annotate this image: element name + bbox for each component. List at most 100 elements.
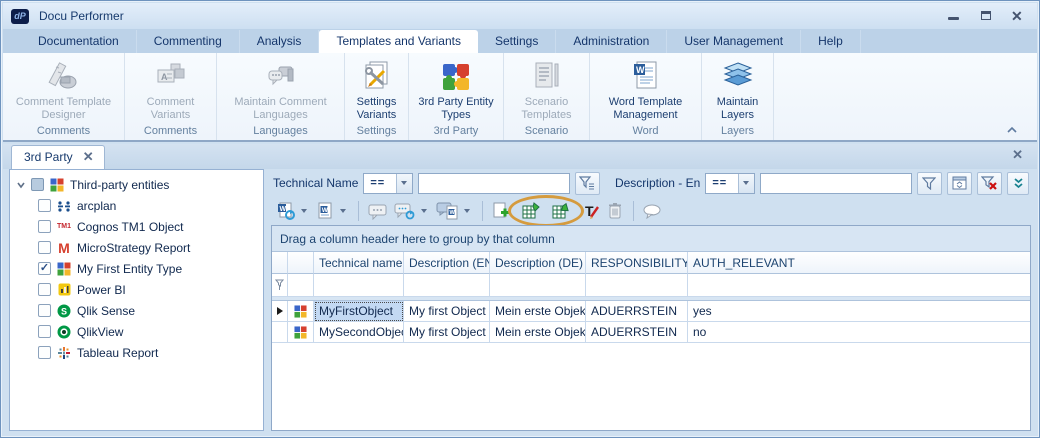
settings-variants-button[interactable]: Settings Variants [351, 55, 402, 123]
tree-item-microstrategy[interactable]: M MicroStrategy Report [12, 237, 261, 258]
cell-technical-name[interactable]: MyFirstObject [314, 301, 404, 322]
minimize-button[interactable] [947, 10, 961, 22]
checkbox[interactable] [38, 241, 51, 254]
tree-item-tableau[interactable]: Tableau Report [12, 342, 261, 363]
panel-close-icon[interactable]: ✕ [1012, 148, 1023, 161]
menu-tab-analysis[interactable]: Analysis [240, 30, 320, 53]
filter-cell-auth-relevant[interactable] [688, 274, 1030, 297]
apply-filter-button[interactable] [916, 171, 942, 195]
open-word-document-button[interactable]: W [314, 199, 336, 223]
filter-cell-responsibility[interactable] [586, 274, 688, 297]
tab-3rd-party[interactable]: 3rd Party ✕ [11, 145, 105, 169]
import-from-excel-button[interactable] [550, 199, 572, 223]
excel-export-icon [522, 202, 540, 219]
filter-cell-technical-name[interactable] [314, 274, 404, 297]
cell-auth-relevant[interactable]: yes [688, 301, 1030, 322]
cell-auth-relevant[interactable]: no [688, 322, 1030, 343]
checkbox[interactable] [38, 304, 51, 317]
tree-root-third-party-entities[interactable]: Third-party entities [12, 174, 261, 195]
column-header-responsibility[interactable]: RESPONSIBILITY [586, 252, 688, 274]
tree-item-cognos-tm1[interactable]: TM1 Cognos TM1 Object [12, 216, 261, 237]
third-party-entity-types-button[interactable]: 3rd Party Entity Types [415, 55, 497, 123]
chevron-down-icon[interactable] [395, 173, 412, 193]
word-document-icon: W [318, 202, 332, 219]
menu-tab-templates-and-variants[interactable]: Templates and Variants [319, 30, 478, 53]
tree-item-power-bi[interactable]: Power BI [12, 279, 261, 300]
comment-to-word-button[interactable]: W [434, 199, 460, 223]
scenario-templates-button: Scenario Templates [510, 55, 583, 123]
current-row-arrow-icon [276, 307, 283, 315]
chevron-down-icon[interactable] [299, 199, 309, 223]
menu-tab-user-management[interactable]: User Management [667, 30, 802, 53]
tree-item-qlikview[interactable]: QlikView [12, 321, 261, 342]
checkbox[interactable] [38, 325, 51, 338]
comment-button[interactable] [366, 199, 390, 223]
cell-technical-name[interactable]: MySecondObject [314, 322, 404, 343]
cell-description-de[interactable]: Mein erste Objekt [490, 322, 586, 343]
ribbon-group-caption: Comments [36, 125, 91, 137]
checkbox[interactable] [38, 346, 51, 359]
menu-tab-commenting[interactable]: Commenting [137, 30, 240, 53]
table-row[interactable]: MySecondObject My first Object Mein erst… [272, 322, 1030, 343]
column-header-auth-relevant[interactable]: AUTH_RELEVANT [688, 252, 1030, 274]
menu-tab-help[interactable]: Help [801, 30, 861, 53]
tableau-icon [56, 345, 72, 361]
menu-tab-settings[interactable]: Settings [478, 30, 557, 53]
export-to-excel-button[interactable] [520, 199, 542, 223]
technical-name-operator-select[interactable]: == [363, 172, 413, 194]
add-entity-button[interactable] [490, 199, 512, 223]
tab-close-icon[interactable]: ✕ [83, 150, 94, 163]
delete-button[interactable] [604, 199, 626, 223]
ribbon-collapse-button[interactable] [1005, 122, 1019, 133]
entity-grid: Drag a column header here to group by th… [271, 225, 1031, 431]
chevron-down-icon[interactable] [419, 199, 429, 223]
comment-template-designer-button: Comment Template Designer [9, 55, 118, 123]
description-en-filter-input[interactable] [759, 172, 912, 194]
chevron-down-icon[interactable] [462, 199, 472, 223]
close-button[interactable]: ✕ [1011, 9, 1025, 23]
powerbi-icon [56, 282, 72, 298]
checkbox[interactable] [38, 220, 51, 233]
word-template-management-button[interactable]: W Word Template Management [596, 55, 695, 123]
filter-cell[interactable] [288, 274, 314, 297]
filter-editor-button[interactable] [946, 171, 973, 195]
maximize-button[interactable] [979, 10, 993, 22]
maintain-layers-button[interactable]: Maintain Layers [708, 55, 767, 123]
group-by-bar[interactable]: Drag a column header here to group by th… [272, 226, 1030, 252]
checkbox[interactable] [38, 262, 51, 275]
chevron-down-icon[interactable] [16, 180, 26, 190]
filter-cell-description-en[interactable] [404, 274, 490, 297]
tree-root-checkbox[interactable] [31, 178, 44, 191]
generate-word-document-button[interactable]: W [275, 199, 297, 223]
cell-description-de[interactable]: Mein erste Objekt [490, 301, 586, 322]
tree-item-arcplan[interactable]: arcplan [12, 195, 261, 216]
menu-tab-documentation[interactable]: Documentation [21, 30, 137, 53]
column-header-description-de[interactable]: Description (DE) [490, 252, 586, 274]
tree-item-qlik-sense[interactable]: S Qlik Sense [12, 300, 261, 321]
table-row[interactable]: MyFirstObject My first Object Mein erste… [272, 301, 1030, 322]
menu-tab-administration[interactable]: Administration [556, 30, 668, 53]
filter-cell-description-de[interactable] [490, 274, 586, 297]
expand-filter-panel-button[interactable] [1007, 171, 1029, 195]
checkbox[interactable] [38, 283, 51, 296]
column-header-technical-name[interactable]: Technical name [314, 252, 404, 274]
cell-responsibility[interactable]: ADUERRSTEIN [586, 322, 688, 343]
ribbon-group-caption: Layers [720, 125, 755, 137]
technical-name-filter-input[interactable] [417, 172, 570, 194]
app-logo-icon: dP [11, 8, 29, 24]
clear-filter-button[interactable] [977, 171, 1003, 195]
filter-menu-button[interactable] [574, 171, 600, 195]
cell-description-en[interactable]: My first Object [404, 322, 490, 343]
chevron-down-icon[interactable] [338, 199, 348, 223]
tree-item-my-first-entity-type[interactable]: My First Entity Type [12, 258, 261, 279]
description-en-operator-select[interactable]: == [705, 172, 755, 194]
cell-responsibility[interactable]: ADUERRSTEIN [586, 301, 688, 322]
checkbox[interactable] [38, 199, 51, 212]
column-header-description-en[interactable]: Description (EN) [404, 252, 490, 274]
edit-texts-button[interactable]: T [580, 199, 602, 223]
tree-item-label: QlikView [77, 324, 124, 339]
cell-description-en[interactable]: My first Object [404, 301, 490, 322]
chevron-down-icon[interactable] [737, 173, 754, 193]
show-comment-button[interactable] [641, 199, 665, 223]
refresh-comments-button[interactable] [392, 199, 417, 223]
